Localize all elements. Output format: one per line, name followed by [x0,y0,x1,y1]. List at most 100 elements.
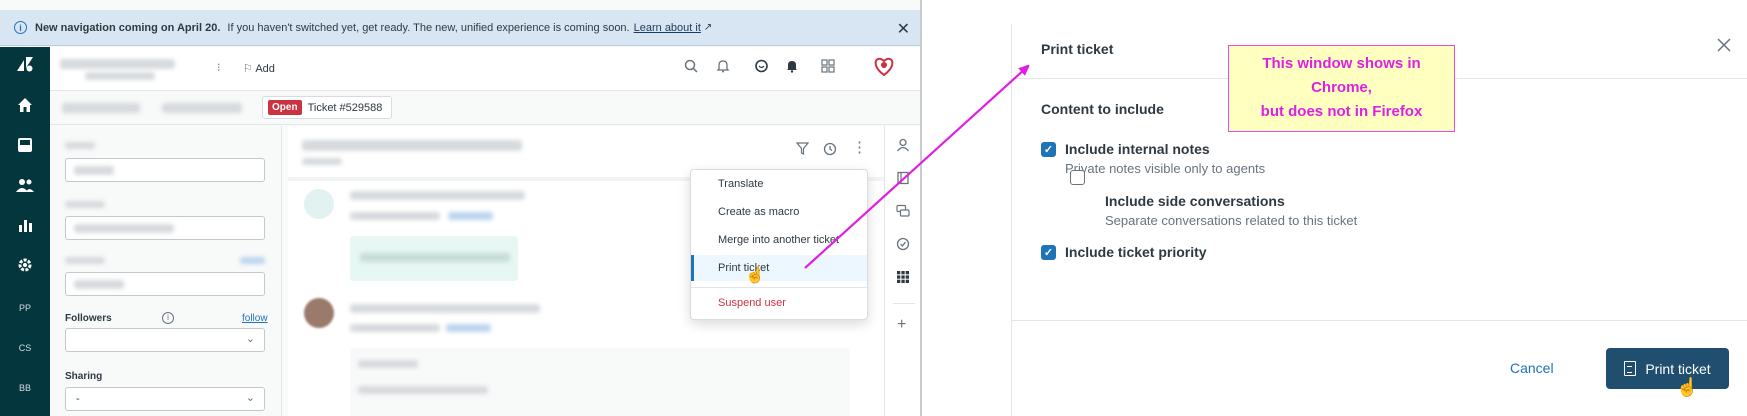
sharing-label: Sharing [65,371,103,382]
include-internal-notes-hint: Private notes visible only to agents [1065,161,1266,176]
filter-icon[interactable] [795,142,810,158]
search-icon[interactable] [684,59,698,77]
include-ticket-priority-checkbox[interactable]: ✓ [1041,245,1056,260]
nav-app-pp[interactable]: PP [0,303,50,313]
modal-title: Print ticket [1041,41,1114,57]
follow-link[interactable]: follow [242,313,268,324]
banner-close-icon[interactable]: ✕ [897,19,910,39]
side-conversations-icon[interactable] [896,204,910,221]
external-link-icon: ↗ [703,22,713,33]
followers-label: Followers [65,313,112,324]
redacted-note-text [360,253,510,262]
include-side-conversations-hint: Separate conversations related to this t… [1105,213,1358,228]
redacted-field-input-3[interactable] [65,272,265,296]
include-internal-notes-label[interactable]: Include internal notes [1065,141,1210,157]
modal-close-icon[interactable] [1717,36,1731,58]
notification-bell-outline-icon[interactable] [716,59,730,77]
redacted-ticket-subject [302,140,522,151]
knowledge-icon[interactable] [896,171,910,188]
annotation-note: This window shows in Chrome, but does no… [1228,45,1455,132]
reporting-icon[interactable] [0,217,50,237]
tasks-check-icon[interactable] [896,237,910,254]
conversations-icon[interactable] [754,59,769,77]
redacted-message-meta-2 [350,324,440,332]
redacted-organization-tab[interactable] [62,103,140,113]
chevron-down-icon: ⌄ [245,392,255,404]
learn-more-link[interactable]: Learn about it [634,22,701,34]
annotation-line-3: but does not in Firefox [1260,103,1423,120]
redacted-message-link-2 [446,324,491,332]
followers-select[interactable]: ⌄ [65,328,265,352]
redacted-tab-title [60,59,175,69]
redacted-message-meta [350,212,440,220]
modal-footer: Cancel Print ticket ☝ [1012,320,1747,416]
followers-info-icon[interactable]: i [162,312,174,324]
print-ticket-button-label: Print ticket [1645,360,1711,377]
redacted-field-value [74,166,114,175]
customer-context-icon[interactable] [896,138,910,155]
history-icon[interactable] [823,142,837,159]
workspace-top-bar: ⁝ ⚐ Add [50,47,920,91]
add-label: Add [255,63,275,75]
redacted-field-input-2[interactable] [65,216,265,240]
include-side-conversations-checkbox[interactable] [1070,170,1085,185]
apps-icon[interactable] [896,270,910,287]
redacted-field-link[interactable] [240,257,265,264]
include-internal-notes-checkbox[interactable]: ✓ [1041,142,1056,157]
admin-gear-icon[interactable] [0,257,50,277]
tab-pin-icon[interactable]: ⁝ [217,61,221,74]
apps-grid-icon[interactable] [821,59,835,77]
notification-bell-icon[interactable] [785,59,799,77]
nav-app-cs[interactable]: CS [0,343,50,353]
include-side-conversations-label[interactable]: Include side conversations [1105,193,1285,209]
views-icon[interactable] [0,137,50,157]
user-avatar-icon[interactable] [873,56,895,80]
menu-separator [691,287,867,288]
message-avatar-2 [304,298,334,328]
redacted-field-value-3 [74,280,124,289]
menu-item-print-ticket[interactable]: Print ticket [691,255,867,281]
ticket-context-bar: Open Ticket #529588 [50,91,920,125]
add-app-icon[interactable]: + [897,316,906,334]
redacted-message-author-2 [350,304,540,313]
annotation-line-2: Chrome, [1311,79,1372,96]
message-bubble [350,348,850,416]
info-icon: i [14,21,27,34]
sharing-value: - [76,393,80,405]
rail-divider [893,303,915,304]
redacted-field-input[interactable] [65,158,265,182]
ticket-options-menu: Translate Create as macro Merge into ano… [690,169,868,320]
ticket-properties-panel: Followers i follow ⌄ Sharing - ⌄ [50,126,282,416]
cancel-button[interactable]: Cancel [1510,360,1554,376]
redacted-field-label [65,142,95,149]
chevron-down-icon: ⌄ [245,333,255,345]
print-ticket-button[interactable]: Print ticket [1606,348,1729,389]
redacted-message-link [448,212,493,220]
include-ticket-priority-label[interactable]: Include ticket priority [1065,244,1207,260]
add-tab-button[interactable]: ⚐ Add [243,62,275,75]
redacted-requester-tab[interactable] [162,103,242,113]
menu-item-suspend-user[interactable]: Suspend user [691,290,867,316]
redacted-ticket-meta [302,158,342,165]
banner-title: New navigation coming on April 20. [35,21,221,34]
sharing-select[interactable]: - ⌄ [65,387,265,411]
home-icon[interactable] [0,97,50,117]
nav-app-bb[interactable]: BB [0,383,50,393]
ticket-tab[interactable]: Open Ticket #529588 [262,96,393,119]
menu-item-merge-ticket[interactable]: Merge into another ticket [691,227,867,253]
customers-icon[interactable] [0,177,50,197]
redacted-message-author [350,191,525,200]
redacted-field-label-3 [65,257,105,264]
more-options-icon[interactable]: ⋮ [852,140,867,155]
status-badge: Open [268,100,302,115]
banner-message: If you haven't switched yet, get ready. … [227,21,630,34]
zendesk-logo-icon[interactable] [0,56,50,76]
internal-note-bubble [350,236,518,281]
hand-cursor-icon: ☝ [745,267,765,284]
menu-item-translate[interactable]: Translate [691,171,867,197]
annotation-line-1: This window shows in [1262,55,1421,72]
add-flag-icon: ⚐ [243,63,256,75]
redacted-message-line [358,360,418,368]
menu-item-create-macro[interactable]: Create as macro [691,199,867,225]
message-avatar [304,189,334,219]
